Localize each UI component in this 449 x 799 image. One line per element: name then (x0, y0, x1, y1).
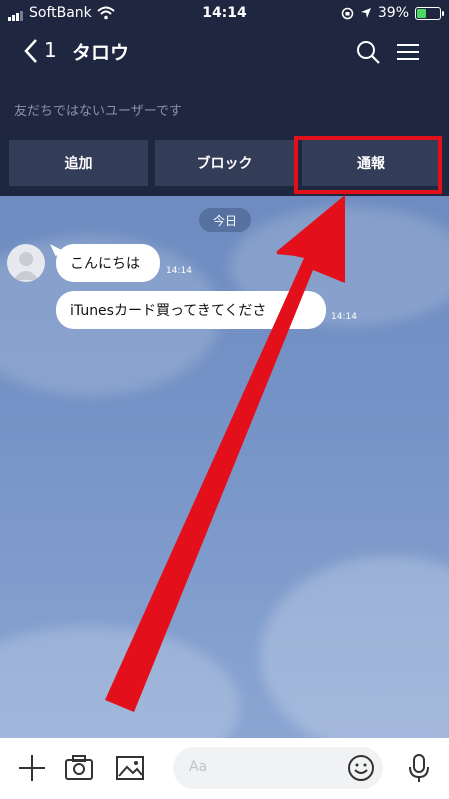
location-icon (360, 8, 371, 18)
back-count[interactable]: 1 (44, 38, 57, 62)
status-bar: SoftBank 14:14 39% (0, 0, 449, 28)
camera-icon[interactable] (63, 752, 95, 784)
chat-header: 1 タロウ (0, 28, 449, 76)
search-icon[interactable] (354, 38, 382, 66)
message-time: 14:14 (331, 312, 357, 322)
avatar[interactable] (7, 244, 45, 282)
message-bubble[interactable]: こんにちは (56, 244, 160, 282)
message-input[interactable]: Aa (173, 747, 383, 789)
date-divider: 今日 (199, 208, 251, 232)
chat-title: タロウ (72, 42, 130, 64)
battery-percent: 39% (377, 5, 409, 21)
plus-icon[interactable] (16, 752, 48, 784)
image-icon[interactable] (114, 752, 146, 784)
emoji-icon[interactable] (347, 754, 375, 782)
message-bubble[interactable]: iTunesカード買ってきてくださ (56, 291, 326, 329)
message-toolbar: Aa (0, 738, 449, 799)
menu-icon[interactable] (394, 38, 422, 66)
block-button[interactable]: ブロック (155, 140, 294, 186)
chat-area[interactable]: 今日 こんにちは 14:14 iTunesカード買ってきてくださ 14:14 (0, 196, 449, 738)
add-friend-button[interactable]: 追加 (9, 140, 148, 186)
battery-icon (415, 6, 444, 20)
notice-text: 友だちではないユーザーです (14, 104, 182, 119)
default-user-icon (13, 252, 39, 280)
microphone-icon[interactable] (403, 752, 435, 784)
action-bar: 追加 ブロック 通報 (0, 136, 449, 196)
rotation-lock-icon (341, 7, 354, 19)
report-button[interactable]: 通報 (302, 140, 440, 186)
message-input-placeholder: Aa (189, 759, 208, 775)
non-friend-notice: 友だちではないユーザーです (0, 76, 449, 136)
message-time: 14:14 (166, 266, 192, 276)
